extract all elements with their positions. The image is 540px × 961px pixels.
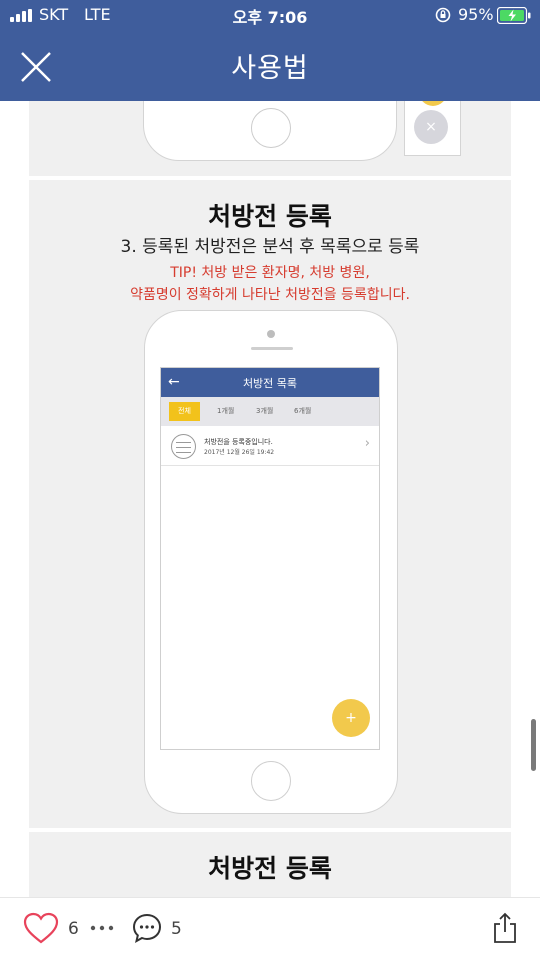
more-icon[interactable] [90,921,114,935]
add-fab-mockup: + [332,699,370,737]
side-popup-mockup: × [404,101,461,156]
yellow-button-mockup [419,101,447,106]
app-header: 사용법 [0,30,540,101]
phone-mockup-previous [143,101,397,161]
list-item-date: 2017년 12월 26일 19:42 [204,449,275,456]
home-button [251,108,291,148]
section-title-next: 처방전 등록 [208,854,332,883]
orientation-lock-icon [435,7,451,23]
battery-percent: 95% [458,5,494,24]
mockup-tab-all: 전체 [169,402,200,421]
next-step-panel: 처방전 등록 [29,832,511,897]
tip-line-2: 약품명이 정확하게 나타난 처방전을 등록합니다. [130,287,410,303]
step-panel: 처방전 등록 3. 등록된 처방전은 분석 후 목록으로 등록 TIP! 처방 … [29,180,511,828]
prescription-icon [171,434,196,459]
home-button [251,761,291,801]
mockup-tab-6month: 6개월 [294,407,312,415]
comment-count: 5 [171,919,182,939]
chevron-right-icon: › [364,436,370,451]
battery-charging-icon [497,7,531,24]
step-description: 3. 등록된 처방전은 분석 후 목록으로 등록 [120,237,420,257]
previous-step-panel: × [29,101,511,176]
page-title: 사용법 [231,53,309,84]
speaker-slot [251,347,293,350]
camera-dot [267,330,275,338]
section-title: 처방전 등록 [208,202,332,231]
mockup-tab-3month: 3개월 [256,407,274,415]
close-dot-mockup: × [414,110,448,144]
mockup-tab-1month: 1개월 [217,407,235,415]
tip-line-1: TIP! 처방 받은 환자명, 처방 병원, [170,265,370,281]
share-icon[interactable] [492,912,518,944]
mockup-header: ← 처방전 목록 [161,368,379,397]
status-bar: SKT LTE 오후 7:06 95% [0,0,540,30]
mockup-title: 처방전 목록 [242,377,298,390]
heart-icon[interactable] [22,911,60,945]
mockup-tabs: 전체 1개월 3개월 6개월 [161,397,379,426]
list-item-title: 처방전을 등록중입니다. [204,438,273,446]
comment-icon[interactable] [131,912,163,944]
scroll-indicator[interactable] [531,719,536,771]
list-item: 처방전을 등록중입니다. 2017년 12월 26일 19:42 › [161,426,379,466]
bottom-action-bar: 6 5 [0,897,540,961]
phone-screen: ← 처방전 목록 전체 1개월 3개월 6개월 처방전을 등록중입니다. 201… [160,367,380,750]
tutorial-content[interactable]: × 처방전 등록 3. 등록된 처방전은 분석 후 목록으로 등록 TIP! 처… [0,101,540,897]
phone-mockup: ← 처방전 목록 전체 1개월 3개월 6개월 처방전을 등록중입니다. 201… [144,310,398,814]
like-count: 6 [68,919,79,939]
